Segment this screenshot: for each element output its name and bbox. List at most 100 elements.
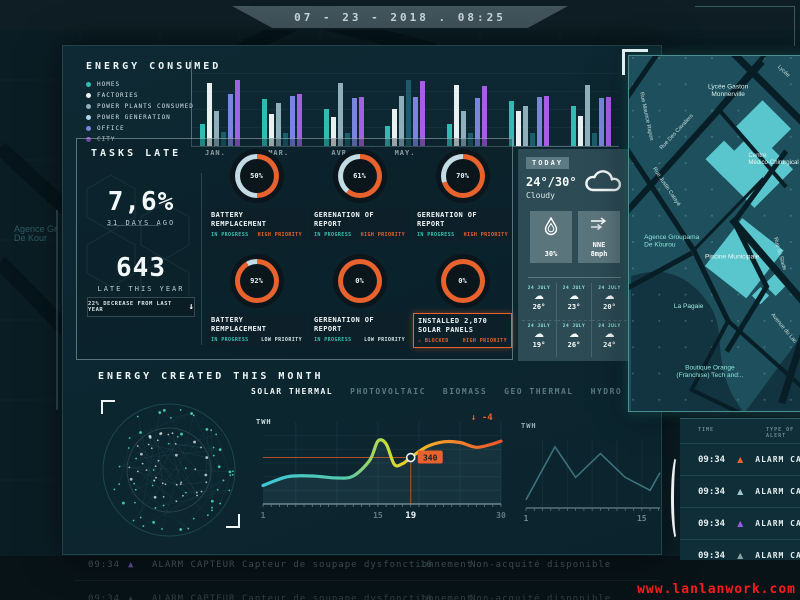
tab-solar-thermal[interactable]: SOLAR THERMAL bbox=[251, 387, 333, 396]
task-card[interactable]: GERENATION OF REPORT IN PROGRESSHIGH PRIO… bbox=[413, 208, 512, 241]
legend-label: POWER GENERATION bbox=[97, 114, 171, 121]
main-dashboard-panel: ENERGY CONSUMED HOMESFACTORIESPOWER PLAN… bbox=[62, 45, 662, 555]
forecast-cloud-icon: ☁ bbox=[522, 329, 556, 341]
bar[interactable] bbox=[235, 80, 240, 146]
task-title: GERENATION OF REPORT bbox=[314, 211, 405, 229]
alert-severity-icon: ▲ bbox=[737, 551, 743, 560]
task-title: INSTALLED 2,870 SOLAR PANELS bbox=[418, 317, 507, 335]
background-alert-cell: 09:34 bbox=[88, 560, 120, 570]
temperature-range: 24°/30° bbox=[526, 175, 577, 189]
task-title: BATTERY REMPLACEMENT bbox=[211, 211, 302, 229]
task-status: IN PROGRESS bbox=[211, 337, 249, 343]
gauge-ring-outer: 92% bbox=[230, 254, 284, 308]
energy-created-title: ENERGY CREATED THIS MONTH bbox=[98, 371, 324, 382]
task-card[interactable]: GERENATION OF REPORTIN PROGRESSHIGH PRIO… bbox=[310, 208, 409, 241]
background-alert-cell: ▲ bbox=[128, 594, 134, 600]
bar[interactable] bbox=[537, 97, 542, 146]
left-scrollbar[interactable] bbox=[56, 210, 58, 410]
task-status: ⚠ BLOCKED bbox=[418, 338, 449, 344]
svg-text:De Kour: De Kour bbox=[14, 233, 47, 243]
task-title: GERENATION OF REPORT bbox=[417, 211, 508, 229]
sphere-bracket-br bbox=[226, 514, 240, 528]
task-status-row: IN PROGRESSHIGH PRIORITY bbox=[417, 232, 508, 238]
background-alert-row[interactable]: 09:34▲ALARM CAPTEURCapteur de soupape dy… bbox=[0, 560, 800, 574]
decrease-note[interactable]: 22% DECREASE FROM LAST YEAR ↓ bbox=[87, 297, 195, 317]
alert-type-label: ALARM CAPTEUR bbox=[755, 487, 800, 496]
legend-dot bbox=[86, 126, 91, 131]
bar[interactable] bbox=[606, 97, 611, 146]
background-alert-cell: 09:34 bbox=[88, 594, 120, 600]
legend-label: FACTORIES bbox=[97, 92, 139, 99]
task-gauge: 0%INSTALLED 2,870 SOLAR PANELS⚠ BLOCKEDH… bbox=[413, 250, 512, 357]
legend-label: POWER PLANTS CONSUMED bbox=[97, 103, 194, 110]
legend-label: HOMES bbox=[97, 81, 120, 88]
bar[interactable] bbox=[578, 116, 583, 146]
energy-legend: HOMES FACTORIES POWER PLANTS CONSUMED POWER… bbox=[86, 77, 194, 143]
tab-photovoltaic[interactable]: PHOTOVOLTAIC bbox=[350, 387, 426, 396]
bar[interactable] bbox=[406, 80, 411, 146]
city-map[interactable]: Lycée GastonMonnervilleCentreMédico-Chir… bbox=[628, 55, 800, 412]
forecast-cell: 24 JULY☁24° bbox=[592, 321, 627, 358]
svg-text:19: 19 bbox=[405, 511, 416, 521]
task-title: BATTERY REMPLACEMENT bbox=[211, 316, 302, 334]
humidity-tile: 30% bbox=[530, 211, 572, 263]
task-card[interactable]: GERENATION OF REPORTIN PROGRESSLOW PRIOR… bbox=[310, 313, 409, 346]
screen-corner-frame bbox=[695, 6, 795, 46]
alert-row[interactable]: 09:34▲ALARM CAPTEUR bbox=[680, 443, 800, 475]
bar[interactable] bbox=[530, 133, 535, 146]
task-card[interactable]: BATTERY REMPLACEMENT IN PROGRESSLOW PRIOR… bbox=[207, 313, 306, 346]
bar-group bbox=[385, 74, 425, 146]
bar[interactable] bbox=[482, 86, 487, 146]
secondary-chart[interactable]: 115 bbox=[518, 414, 664, 534]
bar[interactable] bbox=[516, 111, 521, 146]
tab-hydro[interactable]: HYDRO bbox=[591, 387, 623, 396]
gauge-ring: 0% bbox=[338, 259, 382, 303]
legend-item: POWER GENERATION bbox=[86, 114, 194, 121]
energy-bar-chart[interactable] bbox=[191, 60, 619, 146]
bar-group bbox=[509, 74, 549, 146]
gauge-percent: 0% bbox=[446, 264, 480, 298]
alert-row[interactable]: 09:34▲ALARM CAPTEUR bbox=[680, 475, 800, 507]
bar[interactable] bbox=[599, 98, 604, 146]
datetime-text: 07 - 23 - 2018 . 08:25 bbox=[294, 11, 506, 24]
alerts-col-time: TIME bbox=[698, 427, 714, 439]
task-card[interactable]: BATTERY REMPLACEMENTIN PROGRESSHIGH PRIO… bbox=[207, 208, 306, 241]
bar-group bbox=[447, 74, 487, 146]
task-status: IN PROGRESS bbox=[314, 337, 352, 343]
solar-thermal-chart[interactable]: 1151930340 bbox=[253, 414, 509, 534]
alert-row[interactable]: 09:34▲ALARM CAPTEUR bbox=[680, 507, 800, 539]
wind-tile: NNE 8mph bbox=[578, 211, 620, 263]
task-status-row: IN PROGRESSLOW PRIORITY bbox=[211, 337, 302, 343]
task-card[interactable]: INSTALLED 2,870 SOLAR PANELS⚠ BLOCKEDHIG… bbox=[413, 313, 512, 348]
tab-geo-thermal[interactable]: GEO THERMAL bbox=[504, 387, 573, 396]
bar[interactable] bbox=[571, 106, 576, 146]
forecast-cloud-icon: ☁ bbox=[522, 291, 556, 303]
bar[interactable] bbox=[523, 106, 528, 146]
forecast-cell: 24 JULY☁23° bbox=[557, 283, 592, 321]
background-alert-cell: ▲ bbox=[128, 560, 134, 570]
bar[interactable] bbox=[592, 133, 597, 146]
svg-text:15: 15 bbox=[373, 511, 383, 520]
background-alert-cell: Non-acquité disponible bbox=[470, 594, 611, 600]
bar[interactable] bbox=[420, 81, 425, 146]
legend-dot bbox=[86, 115, 91, 120]
alert-time: 09:34 bbox=[698, 487, 725, 497]
bar[interactable] bbox=[454, 85, 459, 146]
bar[interactable] bbox=[338, 83, 343, 146]
task-status: IN PROGRESS bbox=[314, 232, 352, 238]
forecast-temp: 23° bbox=[557, 303, 591, 311]
wind-direction: NNE bbox=[593, 241, 606, 249]
task-gauge: 70%GERENATION OF REPORTIN PROGRESSHIGH P… bbox=[413, 145, 512, 250]
forecast-temp: 20° bbox=[592, 303, 627, 311]
svg-text:La Pagaie: La Pagaie bbox=[674, 303, 704, 310]
bar[interactable] bbox=[207, 83, 212, 146]
task-gauge: 92% BATTERY REMPLACEMENT IN PROGRESSLOW PR… bbox=[207, 250, 306, 357]
bar[interactable] bbox=[585, 85, 590, 146]
alert-severity-icon: ▲ bbox=[737, 519, 743, 528]
alert-type-label: ALARM CAPTEUR bbox=[755, 551, 800, 560]
wind-speed: 8mph bbox=[591, 250, 608, 258]
forecast-cell: 24 JULY☁26° bbox=[522, 283, 557, 321]
alert-row[interactable]: 09:34▲ALARM CAPTEUR bbox=[680, 539, 800, 560]
tab-biomass[interactable]: BIOMASS bbox=[443, 387, 487, 396]
bar[interactable] bbox=[544, 96, 549, 146]
